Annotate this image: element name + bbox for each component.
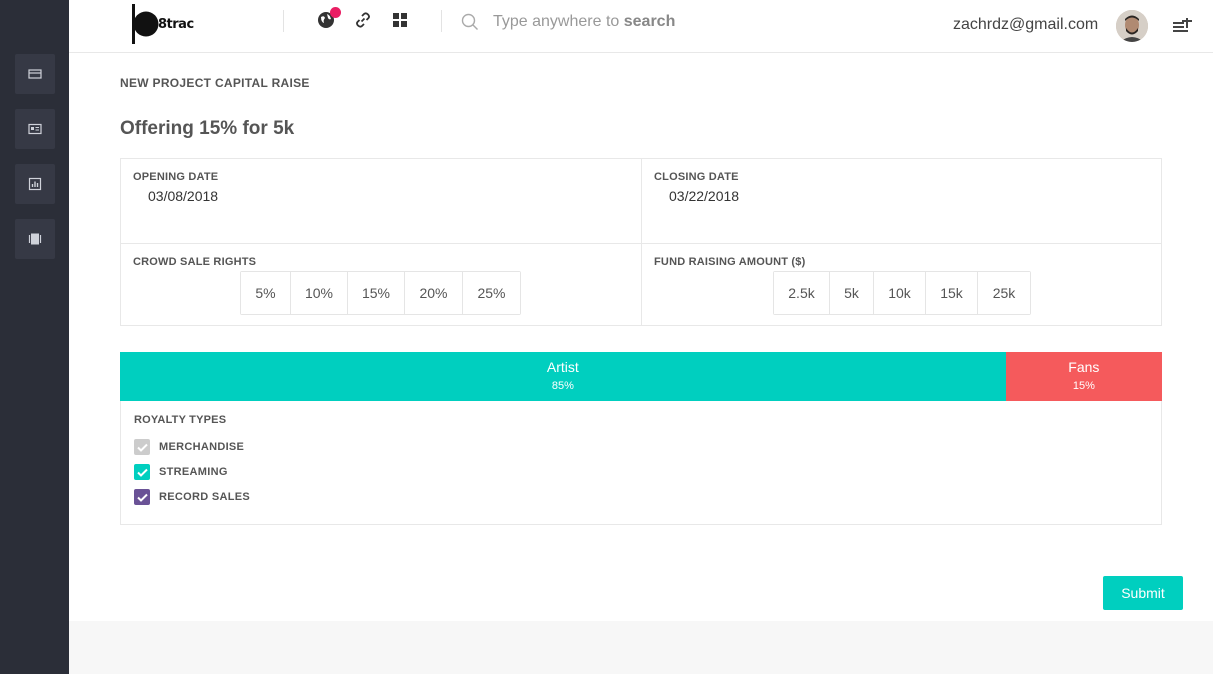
royalty-types-label: ROYALTY TYPES [134,414,227,426]
logo-mark-icon [132,4,160,44]
opening-date-field[interactable]: 03/08/2018 [148,188,218,204]
crowd-sale-option[interactable]: 5% [241,272,291,314]
main-panel: NEW PROJECT CAPITAL RAISE Offering 15% f… [69,53,1213,621]
link-icon [356,12,370,28]
playlist-add-icon[interactable] [1173,15,1193,33]
sidebar [0,0,69,674]
search-input[interactable] [493,10,873,34]
newspaper-icon [28,123,42,135]
page-title: Offering 15% for 5k [120,118,295,139]
search-icon [461,13,478,30]
user-email[interactable]: zachrdz@gmail.com [953,16,1098,34]
header-divider [441,10,442,32]
notification-dot [330,7,341,18]
artist-share-segment: Artist 85% [120,352,1006,401]
fund-amount-label: FUND RAISING AMOUNT ($) [654,256,806,268]
checkbox[interactable] [134,489,150,505]
crowd-sale-rights-selector: 5% 10% 15% 20% 25% [240,271,521,315]
footer-area [69,621,1213,674]
royalty-type-item[interactable]: STREAMING [134,464,228,480]
apps-grid-button[interactable] [390,10,410,30]
avatar[interactable] [1116,10,1148,42]
royalty-types-panel: ROYALTY TYPES MERCHANDISE STREAMING RECORD… [120,401,1162,525]
sidebar-item-library[interactable] [15,219,55,259]
sidebar-item-analytics[interactable] [15,164,55,204]
capital-raise-form: OPENING DATE 03/08/2018 CLOSING DATE 03/… [120,158,1162,326]
fund-amount-selector: 2.5k 5k 10k 15k 25k [773,271,1031,315]
form-row-divider [121,243,1161,244]
fans-share-segment: Fans 15% [1005,352,1162,401]
fund-amount-option[interactable]: 15k [926,272,978,314]
artist-share-percent: 85% [551,380,574,392]
fund-amount-option[interactable]: 25k [978,272,1030,314]
link-button[interactable] [353,10,373,30]
crowd-sale-label: CROWD SALE RIGHTS [133,256,257,268]
revenue-split-bar: Artist 85% Fans 15% [120,352,1162,401]
sidebar-item-news[interactable] [15,109,55,149]
header-divider [283,10,284,32]
crowd-sale-option[interactable]: 20% [405,272,463,314]
royalty-type-label: MERCHANDISE [159,441,245,453]
grid-icon [393,13,407,27]
card-icon [28,69,42,79]
checkmark-icon [136,493,148,502]
logo-text: 8trac [158,16,194,32]
checkmark-icon [136,443,148,452]
submit-button[interactable]: Submit [1103,576,1183,610]
crowd-sale-option[interactable]: 15% [348,272,405,314]
artist-share-label: Artist [546,359,579,375]
form-column-divider [641,159,642,325]
royalty-type-item[interactable]: RECORD SALES [134,489,250,505]
checkbox[interactable] [134,464,150,480]
book-icon [28,233,42,245]
fans-share-label: Fans [1068,359,1100,375]
royalty-type-item[interactable]: MERCHANDISE [134,439,244,455]
closing-date-label: CLOSING DATE [654,171,739,183]
user-avatar-icon [1116,10,1148,42]
sidebar-item-card[interactable] [15,54,55,94]
fund-amount-option[interactable]: 10k [874,272,926,314]
fund-amount-option[interactable]: 2.5k [774,272,830,314]
royalty-type-label: RECORD SALES [159,491,250,503]
royalty-type-label: STREAMING [159,466,228,478]
top-header: 8trac Type anywhere to search zachrdz@gm… [69,0,1213,53]
fund-amount-option[interactable]: 5k [830,272,874,314]
fans-share-percent: 15% [1072,380,1095,392]
closing-date-field[interactable]: 03/22/2018 [669,188,739,204]
checkbox[interactable] [134,439,150,455]
globe-notification-button[interactable] [316,7,341,30]
checkmark-icon [136,468,148,477]
page-label: NEW PROJECT CAPITAL RAISE [120,76,310,90]
crowd-sale-option[interactable]: 25% [463,272,520,314]
bar-chart-icon [28,177,42,191]
opening-date-label: OPENING DATE [133,171,219,183]
app-logo[interactable]: 8trac [132,4,194,44]
crowd-sale-option[interactable]: 10% [291,272,348,314]
